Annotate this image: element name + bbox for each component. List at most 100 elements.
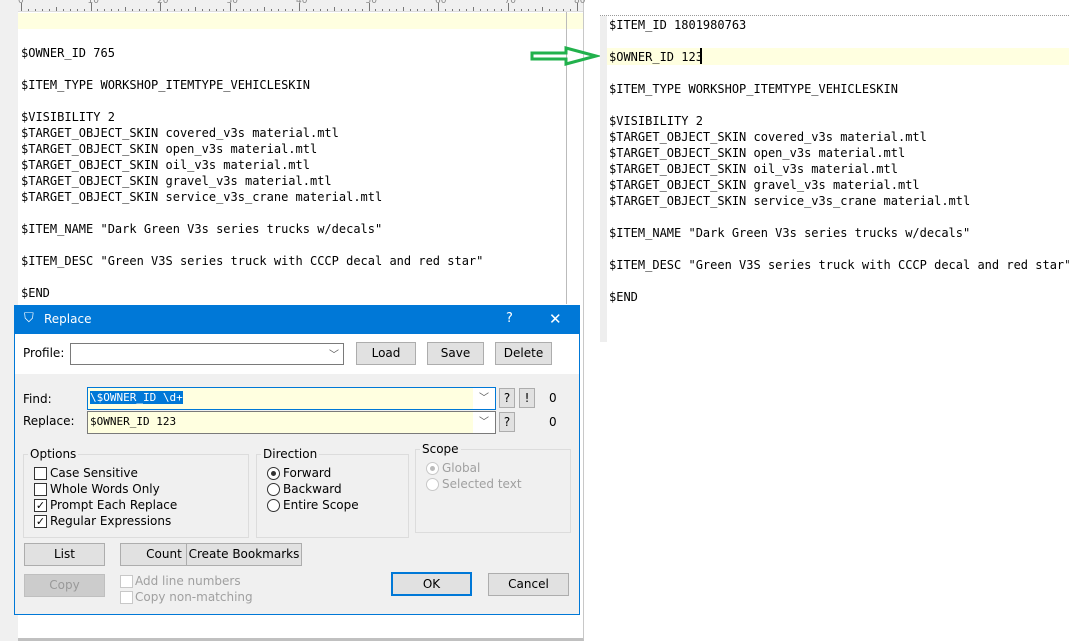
find-regex-help-button[interactable]: ? [499,388,515,408]
ruler-tick [319,9,321,11]
text-caret [700,48,702,64]
ok-button[interactable]: OK [391,572,472,596]
ruler-label: 60 [435,0,447,6]
checkbox-case-sensitive[interactable] [34,467,47,480]
create-bookmarks-button[interactable]: Create Bookmarks [186,543,302,566]
ruler-tick [500,9,502,11]
right-editor[interactable]: $ITEM_ID 1801980763 $OWNER_ID 123 $ITEM_TY… [600,15,1069,342]
option-label: Forward [283,466,332,480]
ruler-label: 20 [157,0,169,6]
text-line: $VISIBILITY 2 [609,114,703,128]
ruler-tick [194,7,196,11]
chevron-down-icon: ﹀ [329,350,339,361]
column-ruler: 0 10 20 30 40 50 60 70 80 [18,0,585,12]
add-line-numbers-checkbox[interactable] [120,575,133,588]
help-button[interactable]: ? [506,311,513,326]
radio-forward[interactable] [267,467,280,480]
find-exclaim-button[interactable]: ! [519,388,535,408]
ruler-tick [208,9,210,11]
replace-input[interactable]: $OWNER_ID 123 ﹀ [87,411,496,434]
radio-entire-scope[interactable] [267,499,280,512]
ruler-tick [479,9,481,11]
ruler-tick [535,9,537,11]
chevron-down-icon[interactable]: ﹀ [473,388,495,409]
option-label: Global [442,461,481,475]
load-button[interactable]: Load [356,342,416,365]
ruler-tick [403,7,405,11]
save-button[interactable]: Save [427,342,484,365]
text-line: $ITEM_NAME "Dark Green V3s series trucks… [609,226,971,240]
ruler-tick [354,9,356,11]
ruler-tick [48,9,50,11]
ruler-tick [76,9,78,11]
delete-button[interactable]: Delete [495,342,552,365]
copy-non-matching-checkbox[interactable] [120,591,133,604]
scope-group: Scope Global Selected text [415,442,571,533]
ruler-tick [361,9,363,11]
radio-global[interactable] [426,462,439,475]
text-line: $ITEM_DESC "Green V3S series truck with … [609,258,1069,272]
ruler-tick [34,9,36,11]
option-label: Case Sensitive [50,466,138,480]
copy-button[interactable]: Copy [24,574,105,597]
ruler-tick [271,9,273,11]
option-label: Selected text [442,477,522,491]
profile-label: Profile: [23,346,65,360]
option-label: Entire Scope [283,498,359,512]
ruler-tick [41,9,43,11]
ruler-tick [382,9,384,11]
ruler-tick [111,9,113,11]
checkbox-prompt-each-replace[interactable]: ✓ [34,499,47,512]
radio-backward[interactable] [267,483,280,496]
green-arrow-annotation [530,46,600,66]
radio-selected-text[interactable] [426,478,439,491]
ruler-tick [257,9,259,11]
app-icon: ⛉ [24,311,34,326]
ruler-tick [375,9,377,11]
direction-title: Direction [261,447,320,461]
right-editor-gutter [600,16,607,342]
cancel-button[interactable]: Cancel [488,573,569,596]
ruler-tick [69,9,71,11]
ruler-tick [139,9,141,11]
option-label: Backward [283,482,342,496]
ruler-tick [333,7,335,11]
find-input[interactable]: \$OWNER_ID \d+ ﹀ [87,387,496,410]
ruler-tick [104,9,106,11]
replace-regex-help-button[interactable]: ? [499,412,515,432]
list-button[interactable]: List [24,543,105,566]
ruler-tick [118,9,120,11]
dialog-titlebar[interactable]: ⛉ Replace ? ✕ [15,306,579,334]
ruler-tick [340,9,342,11]
text-line: $TARGET_OBJECT_SKIN gravel_v3s material.… [609,178,920,192]
profile-select[interactable]: ﹀ [70,343,344,365]
ruler-tick [132,9,134,11]
option-label: Whole Words Only [50,482,160,496]
ruler-label: 0 [18,0,24,6]
option-label: Prompt Each Replace [50,498,178,512]
ruler-tick [236,9,238,11]
text-line: $TARGET_OBJECT_SKIN service_v3s_crane ma… [21,190,383,204]
close-button[interactable]: ✕ [549,310,562,328]
ruler-tick [389,9,391,11]
ruler-tick [431,9,433,11]
text-line: $OWNER_ID 765 [21,46,115,60]
ruler-tick [521,9,523,11]
replace-value: $OWNER_ID 123 [90,415,177,428]
ruler-tick [549,9,551,11]
ruler-tick [215,9,217,11]
checkbox-whole-words-only[interactable] [34,483,47,496]
find-value: \$OWNER_ID \d+ [90,391,183,404]
ruler-tick [458,9,460,11]
ruler-label: 70 [504,0,516,6]
find-count: 0 [549,391,557,405]
ruler-tick [417,9,419,11]
current-line-highlight [18,13,583,29]
ruler-tick [166,9,168,11]
ruler-tick [305,9,307,11]
checkbox-regular-expressions[interactable]: ✓ [34,515,47,528]
ruler-tick [472,7,474,11]
ruler-tick [465,9,467,11]
chevron-down-icon[interactable]: ﹀ [473,412,495,433]
ruler-label: 50 [365,0,377,6]
